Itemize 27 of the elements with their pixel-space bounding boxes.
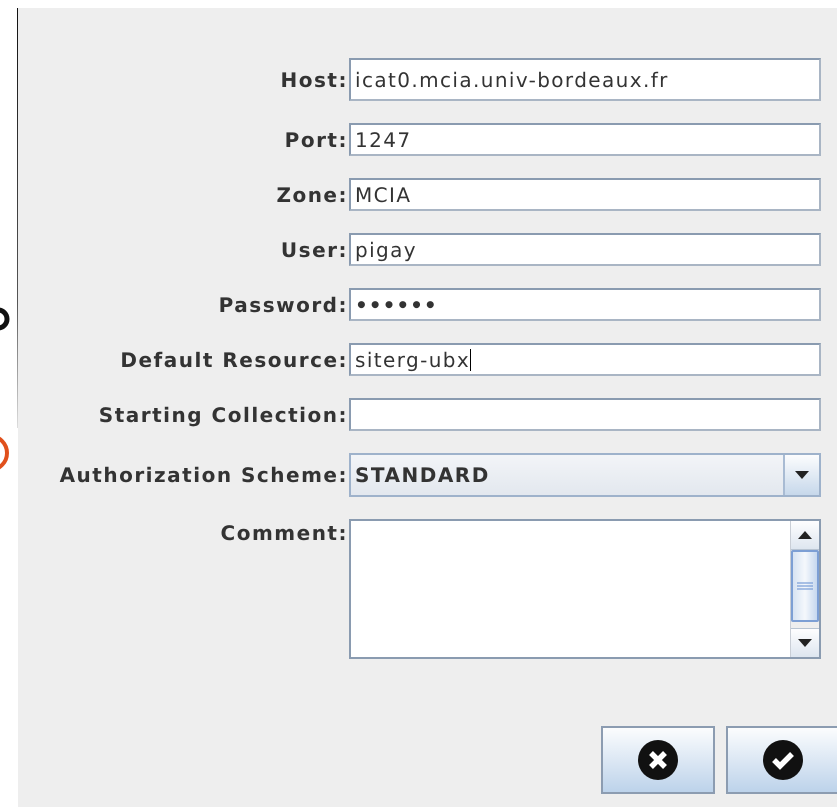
input-field[interactable]: MCIA bbox=[349, 178, 821, 211]
checkmark-icon bbox=[763, 740, 803, 780]
grip-icon bbox=[797, 582, 813, 590]
ok-button[interactable] bbox=[726, 726, 837, 794]
field-label: Port: bbox=[284, 128, 349, 152]
field-label: User: bbox=[280, 238, 349, 262]
ring-icon bbox=[0, 306, 10, 332]
cancel-button[interactable] bbox=[601, 726, 715, 794]
down-arrow-icon bbox=[798, 639, 812, 647]
field-label: Default Resource: bbox=[119, 348, 349, 372]
field-label: Password: bbox=[218, 292, 349, 316]
input-field[interactable]: siterg-ubx bbox=[349, 343, 821, 376]
field-label: Zone: bbox=[275, 182, 349, 206]
input-field[interactable]: 1247 bbox=[349, 123, 821, 156]
dropdown[interactable]: STANDARD bbox=[349, 453, 821, 497]
up-arrow-icon bbox=[798, 531, 812, 539]
field-label: Host: bbox=[280, 68, 349, 92]
scrollbar[interactable] bbox=[790, 521, 819, 657]
field-label: Comment: bbox=[220, 521, 349, 545]
input-field[interactable]: icat0.mcia.univ-bordeaux.fr bbox=[349, 58, 821, 101]
field-label: Starting Collection: bbox=[98, 402, 349, 426]
password-field[interactable]: •••••• bbox=[349, 288, 821, 321]
close-icon bbox=[638, 740, 678, 780]
input-field[interactable] bbox=[349, 398, 821, 431]
input-field[interactable]: pigay bbox=[349, 233, 821, 266]
caret-icon bbox=[794, 470, 810, 480]
field-label: Authorization Scheme: bbox=[58, 463, 349, 487]
